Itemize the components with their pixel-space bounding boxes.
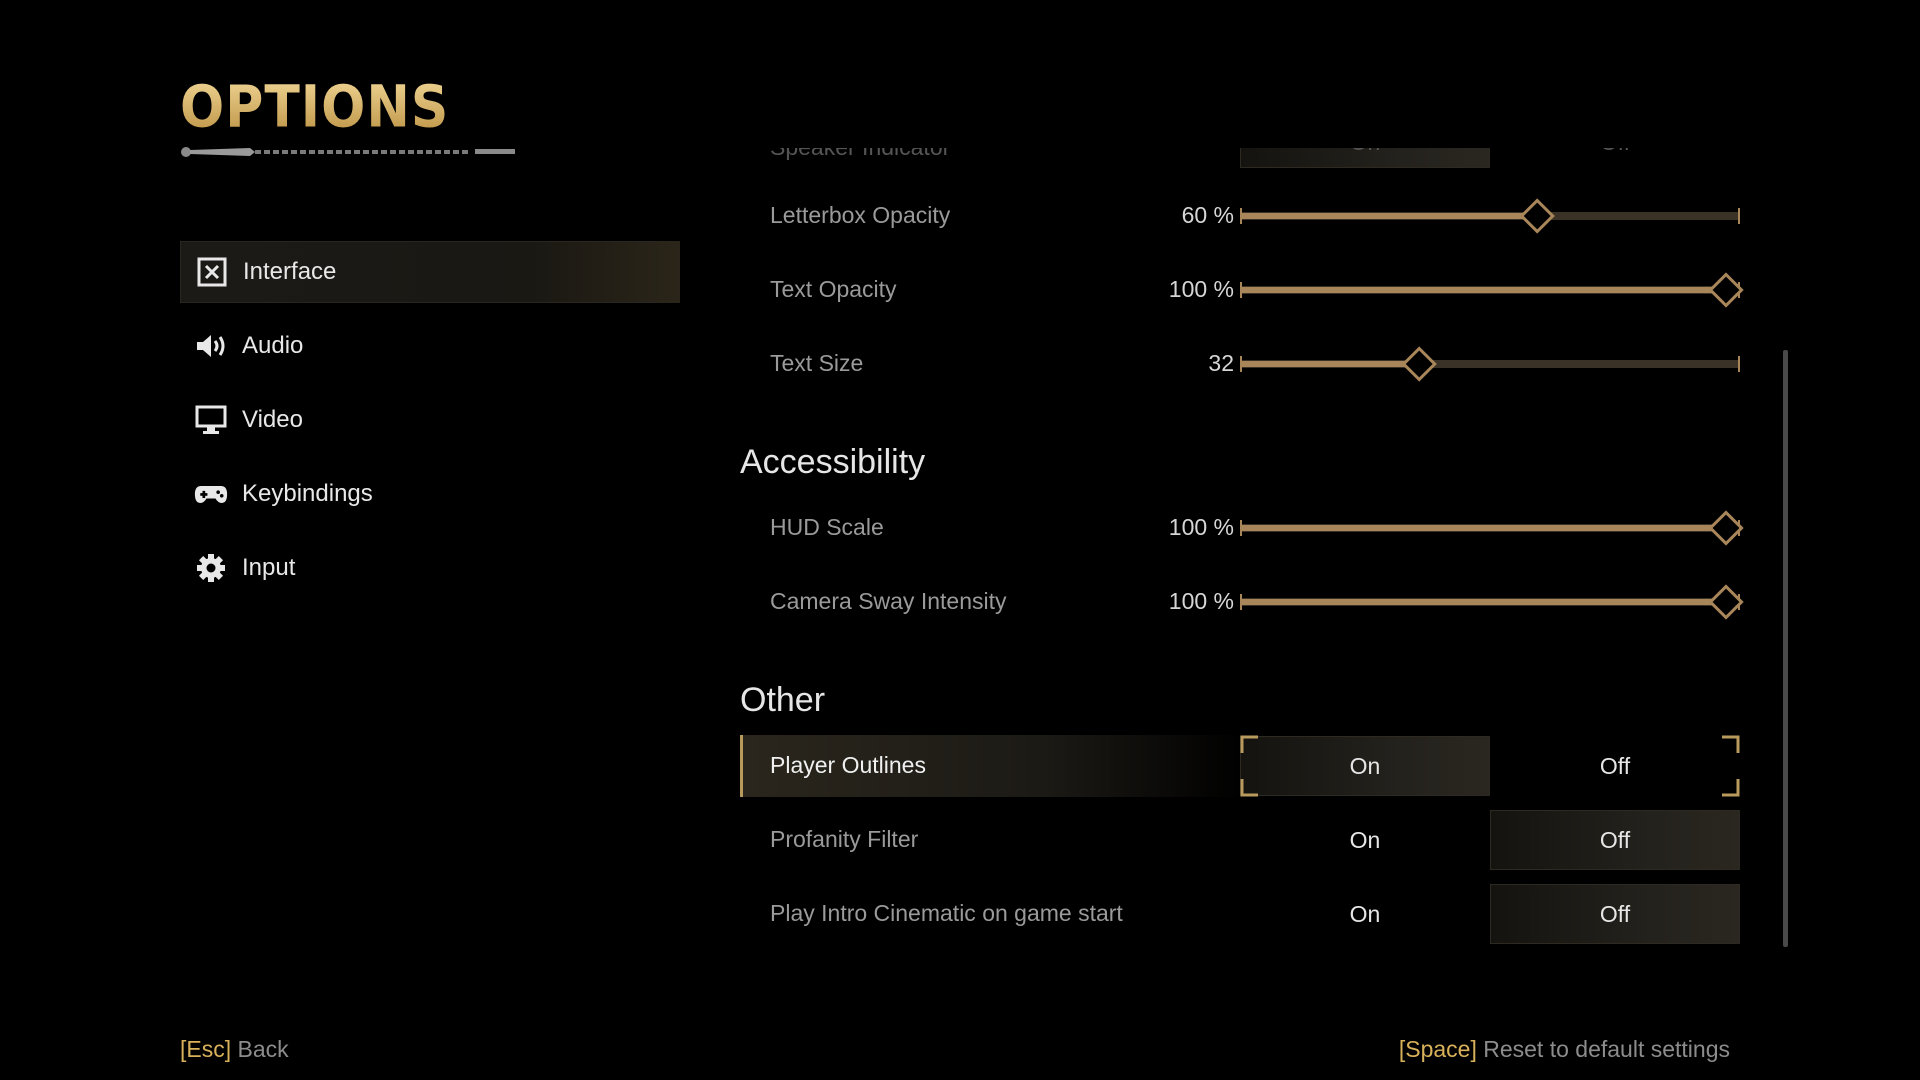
nav-label: Keybindings [242, 480, 373, 507]
row-label: Camera Sway Intensity [770, 588, 1007, 614]
slider-letterbox-opacity[interactable] [1240, 198, 1740, 234]
slider-fill [1242, 287, 1726, 293]
row-value: 100 % [1168, 588, 1234, 614]
slider-text-size[interactable] [1240, 346, 1740, 382]
slider-text-opacity[interactable] [1240, 272, 1744, 308]
row-value: 60 % [1181, 202, 1234, 228]
row-value: 100 % [1168, 514, 1234, 540]
row-label: Text Size [770, 350, 864, 376]
slider-start-tick [1240, 594, 1242, 610]
speaker-icon [194, 329, 228, 363]
toggle-on[interactable]: On [1240, 884, 1490, 944]
nav-item-input[interactable]: Input [180, 537, 680, 599]
slider-knob[interactable] [1519, 198, 1555, 234]
toggle-on[interactable]: On [1240, 148, 1490, 168]
toggle-off[interactable]: Off [1490, 148, 1740, 168]
nav-item-interface[interactable]: Interface [180, 241, 680, 303]
row-label: Text Opacity [770, 276, 897, 302]
slider-end-right [1738, 208, 1740, 224]
toggle-off[interactable]: Off [1490, 884, 1740, 944]
slider-start-tick [1240, 208, 1242, 224]
slider-start-tick [1240, 282, 1242, 298]
gear-icon [194, 551, 228, 585]
nav-label: Audio [242, 332, 304, 359]
nav-label: Interface [243, 258, 337, 285]
space-key: [Space] [1398, 1036, 1477, 1062]
nav-item-keybindings[interactable]: Keybindings [180, 463, 680, 525]
nav-item-video[interactable]: Video [180, 389, 680, 451]
row-label: HUD Scale [770, 514, 884, 540]
nav-item-audio[interactable]: Audio [180, 315, 680, 377]
section-header-accessibility: Accessibility [740, 443, 926, 481]
slider-knob[interactable] [1401, 346, 1437, 382]
page-title: OPTIONS [180, 74, 450, 142]
slider-knob[interactable] [1708, 272, 1744, 308]
scrollbar[interactable] [1783, 350, 1788, 947]
slider-start-tick [1240, 520, 1242, 536]
slider-camera-sway[interactable] [1240, 584, 1744, 620]
slider-fill [1242, 525, 1726, 531]
slider-fill [1242, 361, 1420, 367]
reset-label: Reset to default settings [1483, 1036, 1730, 1062]
slider-fill [1242, 599, 1726, 605]
row-label: Player Outlines [770, 752, 926, 778]
slider-hud-scale[interactable] [1240, 510, 1744, 546]
title-ornament [181, 147, 515, 157]
slider-end-right [1738, 356, 1740, 372]
section-header-other: Other [740, 681, 826, 719]
row-label: Speaker Indicator [770, 148, 950, 161]
toggle-off[interactable]: Off [1490, 810, 1740, 870]
nav-label: Input [242, 554, 296, 581]
row-label: Play Intro Cinematic on game start [770, 900, 1123, 926]
slider-knob[interactable] [1708, 584, 1744, 620]
gamepad-icon [194, 477, 228, 511]
slider-fill [1242, 213, 1538, 219]
interface-icon [195, 255, 229, 289]
row-label: Letterbox Opacity [770, 202, 951, 228]
slider-knob[interactable] [1708, 510, 1744, 546]
nav-label: Video [242, 406, 303, 433]
row-value: 100 % [1168, 276, 1234, 302]
back-hint[interactable]: [Esc] Back [180, 1036, 289, 1063]
toggle-on[interactable]: On [1240, 810, 1490, 870]
focus-brackets [1240, 735, 1740, 797]
reset-hint[interactable]: [Space] Reset to default settings [1399, 1036, 1730, 1063]
back-label: Back [237, 1036, 289, 1062]
monitor-icon [194, 403, 228, 437]
cut-row-clip: Speaker Indicator On Off [740, 148, 1800, 178]
row-value: 32 [1208, 350, 1234, 376]
slider-start-tick [1240, 356, 1242, 372]
row-label: Profanity Filter [770, 826, 919, 852]
esc-key: [Esc] [180, 1036, 232, 1062]
